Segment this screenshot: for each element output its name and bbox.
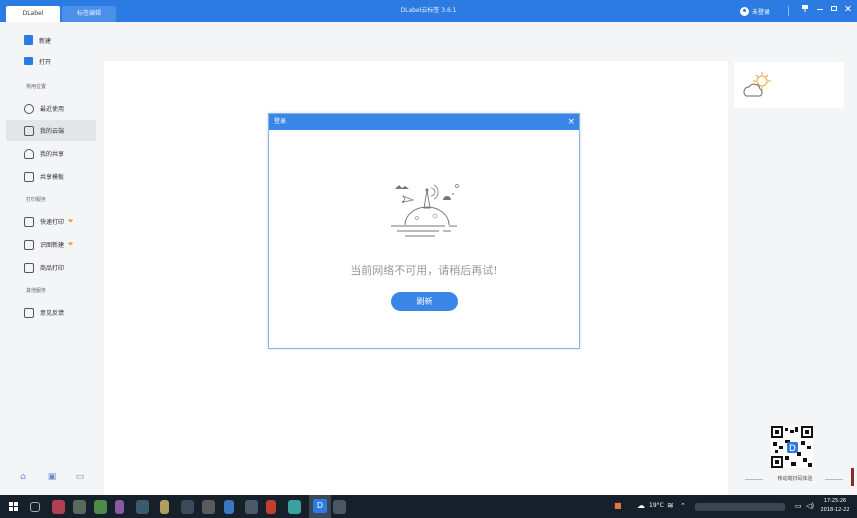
user-icon [24, 148, 34, 159]
dialog-close-icon[interactable]: × [567, 114, 575, 130]
sidebar-item-shared-templates[interactable]: 共享模板 [6, 166, 96, 187]
tray-wifi-icon[interactable]: ≋ [667, 501, 674, 511]
tray-chevron-up-icon[interactable]: ⌃ [680, 501, 686, 511]
taskbar-app-icon[interactable] [224, 500, 234, 514]
windows-start-icon[interactable] [9, 502, 18, 511]
open-button[interactable]: 打开 [24, 54, 51, 68]
sidebar-item-label: 我的云端 [40, 128, 65, 135]
sidebar-item-recent[interactable]: 最近使用 [6, 98, 96, 119]
avatar-icon [740, 6, 749, 16]
taskbar-app-icon[interactable] [181, 500, 194, 514]
taskbar-app-icon[interactable] [52, 500, 65, 514]
taskbar-app-icon[interactable] [202, 500, 215, 514]
login-dialog: 登录 × 当前网络不可用，请稍后再试! 刷新 [268, 113, 580, 349]
dialog-title: 登录 [274, 118, 287, 125]
title-bar: DLabel 标签编辑 DLabel云标签 3.6.1 未登录 [0, 0, 857, 22]
print-icon [24, 216, 34, 227]
open-label: 打开 [39, 58, 52, 66]
network-error-message: 当前网络不可用，请稍后再试! [350, 264, 498, 277]
taskbar-app-icon[interactable] [73, 500, 86, 514]
section-other-heading: 其他服务 [26, 288, 47, 294]
refresh-button[interactable]: 刷新 [391, 292, 458, 311]
video-icon[interactable]: ▣ [46, 472, 58, 482]
pin-icon[interactable] [799, 4, 811, 18]
login-label: 未登录 [752, 8, 771, 16]
section-print-heading: 打印服务 [26, 197, 47, 203]
document-icon [24, 125, 34, 136]
taskbar-dlabel-icon[interactable]: D [313, 499, 327, 513]
tray-hidden-icons [695, 503, 785, 511]
sidebar-item-image-create[interactable]: 识图新建 ❤ [6, 234, 96, 255]
sidebar-item-my-share[interactable]: 我的共享 [6, 143, 96, 164]
heart-badge-icon: ❤ [68, 241, 74, 248]
sidebar-item-label: 我的共享 [40, 151, 65, 158]
heart-badge-icon: ❤ [68, 218, 74, 225]
sidebar-item-my-cloud[interactable]: 我的云端 [6, 120, 96, 141]
taskbar-clock[interactable]: 17:25:26 2018-12-22 [818, 497, 852, 515]
taskbar-app-icon[interactable] [160, 500, 169, 514]
qr-caption-line-right [825, 479, 843, 480]
taskbar-app-icon[interactable] [245, 500, 258, 514]
tab-dlabel[interactable]: DLabel [6, 6, 60, 22]
tray-volume-icon[interactable]: ◁) [806, 501, 814, 511]
close-icon[interactable] [842, 4, 854, 18]
template-icon [24, 171, 34, 182]
new-file-icon [24, 35, 33, 45]
section-common-heading: 常用位置 [26, 84, 47, 90]
windows-taskbar: D ■ ☁ 19°C ≋ ⌃ ▭ ◁) 17:25:26 2018-12-22 [0, 495, 857, 518]
new-label: 新建 [39, 37, 52, 45]
svg-text:D: D [789, 444, 796, 454]
home-icon[interactable]: ⌂ [17, 472, 29, 482]
sidebar-item-label: 识图新建 [40, 242, 65, 249]
app-window: DLabel 标签编辑 DLabel云标签 3.6.1 未登录 新建 打开 常用… [0, 0, 857, 495]
login-button[interactable]: 未登录 [740, 5, 770, 17]
taskbar-app-icon[interactable] [288, 500, 301, 514]
sidebar-item-feedback[interactable]: 意见反馈 [6, 302, 96, 323]
folder-icon [24, 57, 33, 65]
taskbar-app-icon[interactable] [333, 500, 346, 514]
app-title: DLabel云标签 3.6.1 [400, 7, 457, 14]
clock-icon [24, 103, 34, 114]
clock-date: 2018-12-22 [820, 507, 850, 513]
window-edge-marker [851, 468, 854, 486]
new-button[interactable]: 新建 [24, 33, 51, 47]
scan-icon [24, 239, 34, 250]
maximize-icon[interactable] [828, 4, 840, 18]
sidebar-item-label: 意见反馈 [40, 310, 65, 317]
weather-cloud-sun-icon [743, 72, 771, 97]
network-error-illustration-icon [391, 184, 459, 237]
sidebar-item-product-print[interactable]: 商品打印 [6, 257, 96, 278]
sidebar-item-label: 商品打印 [40, 265, 65, 272]
feedback-icon [24, 307, 34, 318]
taskbar-app-icon[interactable] [94, 500, 107, 514]
sidebar-item-label: 快速打印 [40, 219, 65, 226]
dialog-header: 登录 × [269, 114, 579, 130]
tab-label-edit[interactable]: 标签编辑 [62, 6, 116, 22]
tray-app-icon[interactable]: ■ [614, 501, 622, 511]
taskbar-app-icon[interactable] [266, 500, 276, 514]
keyboard-icon[interactable]: ▭ [74, 472, 86, 482]
weather-widget [734, 62, 844, 108]
sidebar-item-label: 共享模板 [40, 174, 65, 181]
minimize-icon[interactable] [814, 4, 826, 18]
taskbar-app-icon[interactable] [136, 500, 149, 514]
sidebar-item-quick-print[interactable]: 快速打印 ❤ [6, 211, 96, 232]
title-separator [788, 6, 789, 16]
shop-icon [24, 262, 34, 273]
tray-network-icon[interactable]: ▭ [795, 501, 802, 511]
sidebar-item-label: 最近使用 [40, 106, 65, 113]
qr-code: D [771, 426, 813, 468]
taskbar-app-icon[interactable] [115, 500, 124, 514]
tray-cloud-icon: ☁ [637, 501, 645, 510]
tray-temperature: 19°C [649, 502, 664, 509]
clock-time: 17:25:26 [823, 498, 847, 504]
task-view-icon[interactable] [30, 502, 40, 512]
